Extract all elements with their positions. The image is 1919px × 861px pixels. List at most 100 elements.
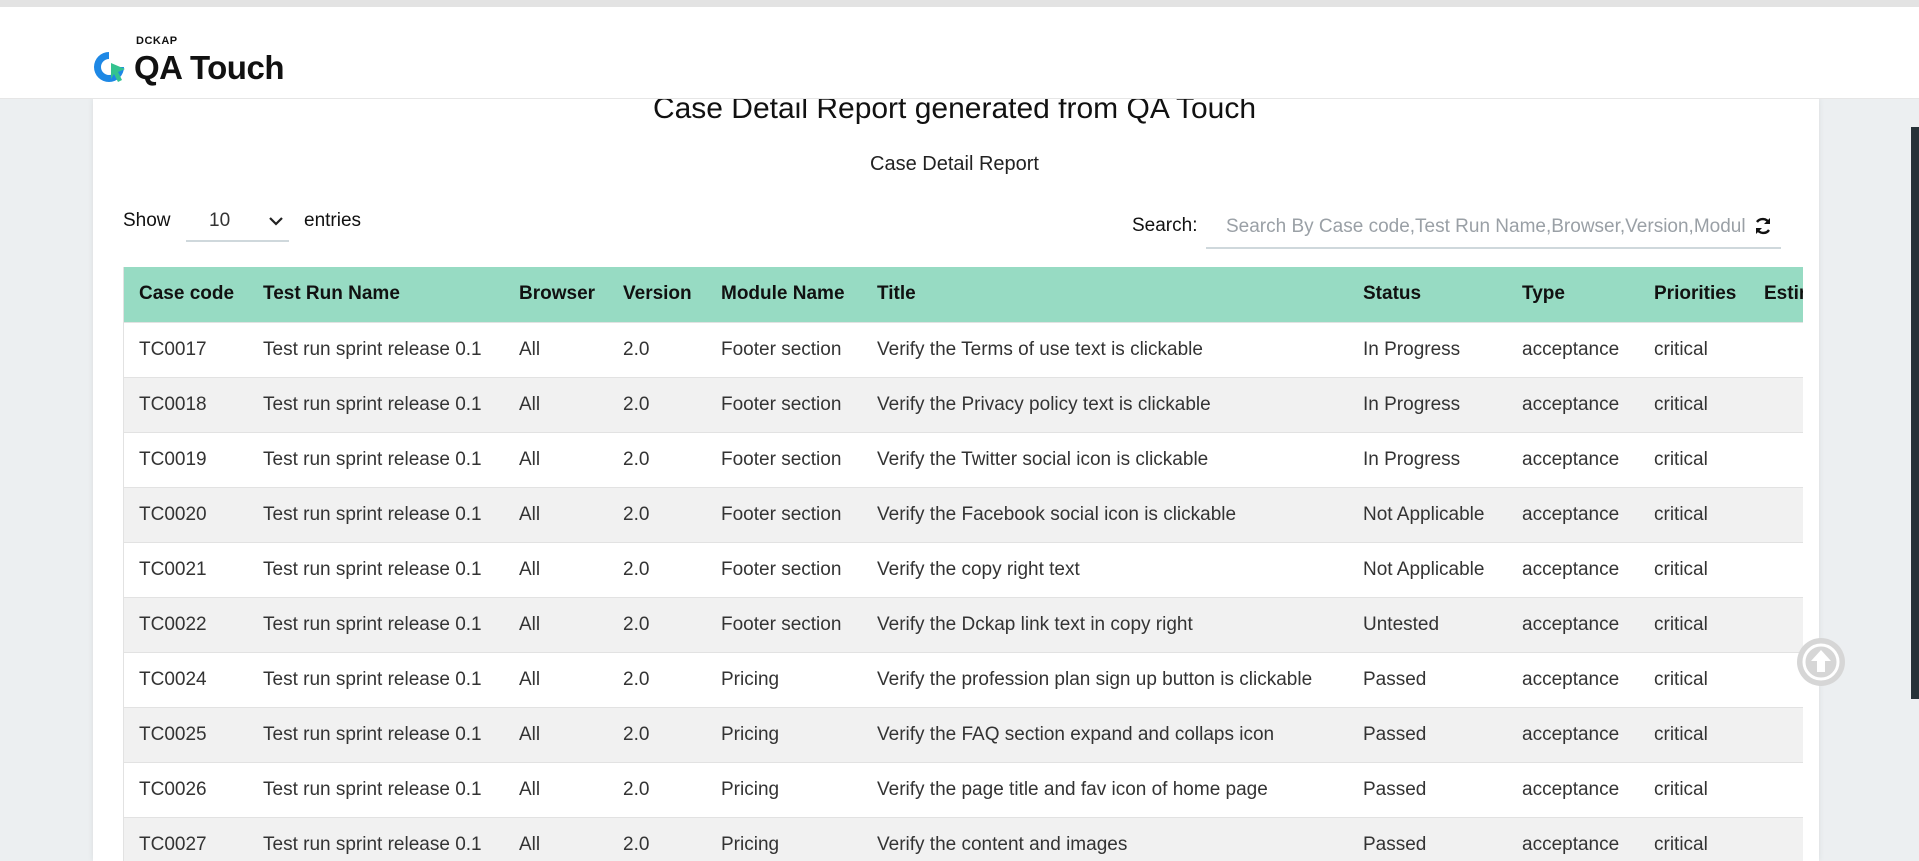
table-cell: 2.0 [607,816,705,861]
column-header-case-code[interactable]: Case code [123,267,247,322]
column-header-type[interactable]: Type [1506,267,1638,322]
table-cell: critical [1638,651,1748,707]
table-cell: Test run sprint release 0.1 [247,706,503,762]
table-cell: All [503,816,607,861]
table-cell: critical [1638,486,1748,542]
table-cell: All [503,486,607,542]
table-cell: Footer section [705,321,861,377]
table-cell: Untested [1347,596,1506,652]
table-cell: Not Applicable [1347,486,1506,542]
table-cell: All [503,651,607,707]
table-cell: All [503,376,607,432]
table-cell: Footer section [705,431,861,487]
table-cell: Passed [1347,761,1506,817]
table-row[interactable]: TC0025 Test run sprint release 0.1 All 2.0 P… [123,706,1803,762]
table-cell: Test run sprint release 0.1 [247,651,503,707]
column-header-test-run-name[interactable]: Test Run Name [247,267,503,322]
table-cell: acceptance [1506,486,1638,542]
table-cell: TC0019 [123,431,247,487]
page-length-value: 10 [209,210,231,231]
table-cell: 2.0 [607,596,705,652]
table-cell: 2.0 [607,321,705,377]
app-header: DCKAP QA Touch [0,7,1919,99]
show-label: Show [123,210,171,231]
page-length-select[interactable]: 10 [186,204,289,242]
table-cell: acceptance [1506,376,1638,432]
table-cell: Verify the page title and fav icon of ho… [861,761,1347,817]
column-header-title[interactable]: Title [861,267,1347,322]
table-cell: Test run sprint release 0.1 [247,376,503,432]
table-cell: Verify the profession plan sign up butto… [861,651,1347,707]
table-cell: Verify the FAQ section expand and collap… [861,706,1347,762]
table-cell: acceptance [1506,816,1638,861]
case-table-container: Case code Test Run Name Browser Version … [123,267,1803,861]
column-header-version[interactable]: Version [607,267,705,322]
table-cell: Passed [1347,706,1506,762]
table-cell: critical [1638,761,1748,817]
table-cell: TC0022 [123,596,247,652]
table-cell: critical [1638,376,1748,432]
table-cell [1748,376,1803,432]
table-cell: Passed [1347,816,1506,861]
table-cell: All [503,706,607,762]
table-cell: Test run sprint release 0.1 [247,321,503,377]
search-box [1206,205,1781,249]
table-cell: Test run sprint release 0.1 [247,486,503,542]
table-cell: Passed [1347,651,1506,707]
table-cell: critical [1638,596,1748,652]
table-cell: TC0025 [123,706,247,762]
table-cell: Verify the Twitter social icon is clicka… [861,431,1347,487]
column-header-estimate[interactable]: Estima [1748,267,1803,322]
table-row[interactable]: TC0026 Test run sprint release 0.1 All 2.0 P… [123,761,1803,817]
table-cell: Footer section [705,486,861,542]
table-cell: critical [1638,706,1748,762]
refresh-icon[interactable] [1753,216,1773,236]
table-row[interactable]: TC0017 Test run sprint release 0.1 All 2.0 F… [123,321,1803,377]
table-cell: All [503,761,607,817]
scroll-to-top-button[interactable] [1797,638,1845,686]
table-cell: critical [1638,321,1748,377]
table-cell: 2.0 [607,761,705,817]
table-row[interactable]: TC0027 Test run sprint release 0.1 All 2.0 P… [123,816,1803,861]
table-cell: Test run sprint release 0.1 [247,431,503,487]
table-cell: acceptance [1506,321,1638,377]
table-cell: Verify the Privacy policy text is clicka… [861,376,1347,432]
table-cell: In Progress [1347,376,1506,432]
table-row[interactable]: TC0019 Test run sprint release 0.1 All 2.0 F… [123,431,1803,487]
table-cell [1748,596,1803,652]
table-cell: Footer section [705,541,861,597]
table-cell: TC0027 [123,816,247,861]
table-cell: Test run sprint release 0.1 [247,541,503,597]
table-cell: All [503,431,607,487]
table-row[interactable]: TC0020 Test run sprint release 0.1 All 2.0 F… [123,486,1803,542]
table-row[interactable]: TC0018 Test run sprint release 0.1 All 2.0 F… [123,376,1803,432]
table-cell: acceptance [1506,596,1638,652]
table-cell: critical [1638,541,1748,597]
table-cell: 2.0 [607,431,705,487]
table-cell [1748,541,1803,597]
table-row[interactable]: TC0024 Test run sprint release 0.1 All 2.0 P… [123,651,1803,707]
table-cell: Verify the Facebook social icon is click… [861,486,1347,542]
table-cell: Pricing [705,761,861,817]
table-cell: All [503,321,607,377]
table-cell: 2.0 [607,706,705,762]
table-row[interactable]: TC0021 Test run sprint release 0.1 All 2.0 F… [123,541,1803,597]
search-input[interactable] [1224,211,1748,243]
table-cell: Not Applicable [1347,541,1506,597]
column-header-browser[interactable]: Browser [503,267,607,322]
entries-label: entries [304,210,362,231]
table-row[interactable]: TC0022 Test run sprint release 0.1 All 2.0 F… [123,596,1803,652]
column-header-priorities[interactable]: Priorities [1638,267,1748,322]
table-cell: Verify the Terms of use text is clickabl… [861,321,1347,377]
column-header-status[interactable]: Status [1347,267,1506,322]
table-cell: All [503,541,607,597]
column-header-module-name[interactable]: Module Name [705,267,861,322]
chevron-down-icon [269,217,283,226]
search-label: Search: [1132,215,1198,236]
table-left-border [123,267,124,861]
table-cell [1748,321,1803,377]
table-cell: Pricing [705,816,861,861]
table-cell [1748,816,1803,861]
table-cell: critical [1638,431,1748,487]
table-cell: Verify the Dckap link text in copy right [861,596,1347,652]
